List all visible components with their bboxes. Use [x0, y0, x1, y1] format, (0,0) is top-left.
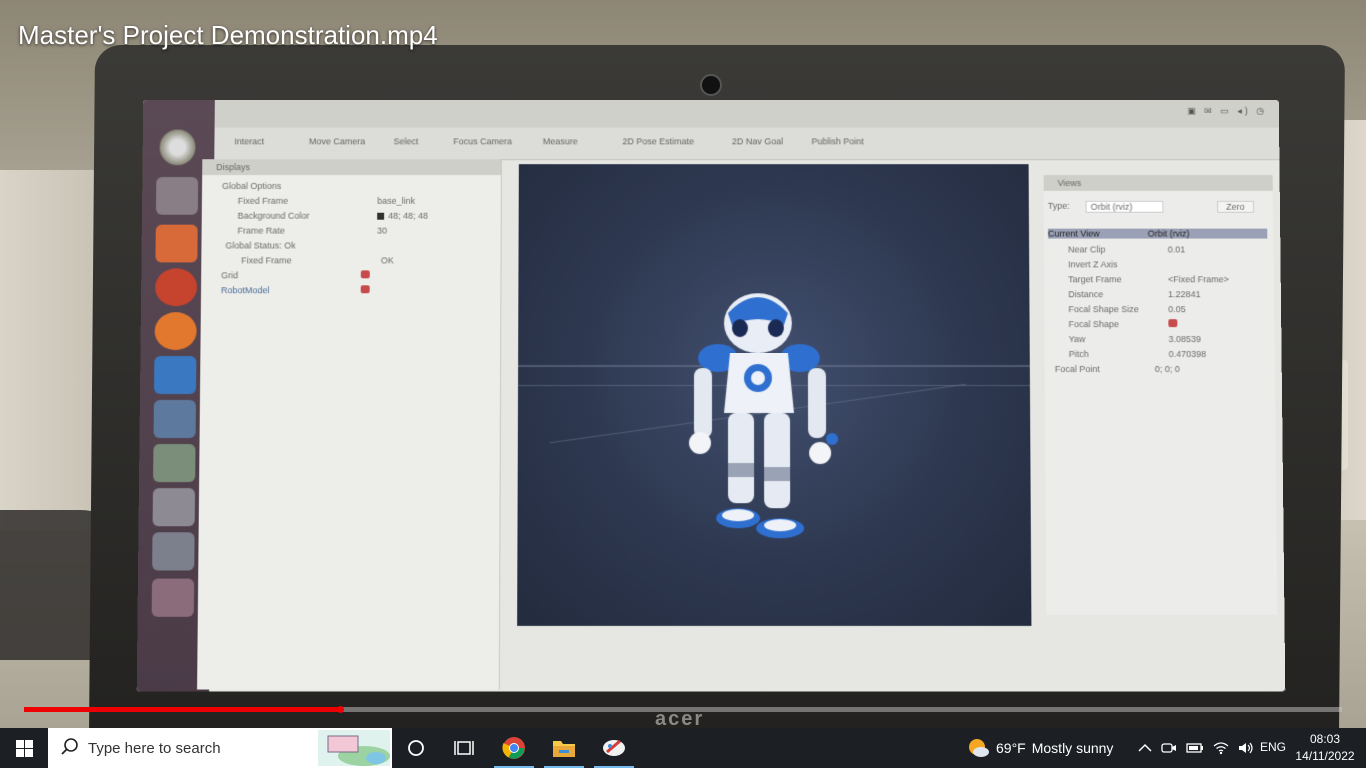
toolbar-interact[interactable]: Interact — [234, 136, 264, 146]
clock-date: 14/11/2022 — [1295, 749, 1355, 763]
toolbar-2d-nav-goal[interactable]: 2D Nav Goal — [732, 136, 783, 146]
displays-panel-title: Displays — [202, 159, 501, 176]
displays-row[interactable]: RobotModel — [221, 285, 370, 295]
volume-icon[interactable] — [1238, 741, 1254, 755]
views-row[interactable]: Distance 1.22841 — [1068, 289, 1200, 299]
software-center-icon[interactable] — [155, 224, 198, 263]
windows-taskbar: Type here to search 69°F Mostly sunny EN… — [0, 728, 1366, 768]
show-hidden-icons-icon[interactable] — [1138, 743, 1152, 753]
views-row[interactable]: Yaw 3.08539 — [1069, 334, 1201, 344]
video-progress-bar[interactable] — [24, 706, 1342, 713]
firefox-icon[interactable] — [154, 268, 198, 307]
image-viewer-icon[interactable] — [153, 399, 196, 439]
rviz-3d-view[interactable] — [517, 164, 1032, 626]
cortana-icon[interactable] — [392, 728, 440, 768]
views-type-row: Type: Orbit (rviz) Zero — [1048, 200, 1254, 213]
rviz-menubar: ▣ ✉ ▭ ◂) ◷ — [214, 99, 1280, 128]
views-type-select[interactable]: Orbit (rviz) — [1085, 200, 1164, 213]
color-swatch — [377, 212, 385, 220]
dash-icon[interactable] — [159, 129, 196, 166]
snip-sketch-icon[interactable] — [590, 728, 638, 768]
views-row[interactable]: Focal Shape Size 0.05 — [1068, 304, 1185, 314]
views-row[interactable]: Target Frame <Fixed Frame> — [1068, 274, 1229, 284]
views-row[interactable]: Focal Point 0; 0; 0 — [1055, 364, 1180, 374]
files-app-icon[interactable] — [155, 177, 199, 215]
taskbar-search-box[interactable]: Type here to search — [48, 728, 392, 768]
toolbar-focus-camera[interactable]: Focus Camera — [453, 136, 512, 146]
battery-icon[interactable] — [1186, 742, 1204, 754]
views-row[interactable]: Invert Z Axis — [1068, 259, 1117, 269]
search-icon — [61, 738, 78, 755]
file-explorer-icon[interactable] — [540, 728, 588, 768]
views-row[interactable]: Pitch 0.470398 — [1069, 349, 1207, 359]
toolbar-move-camera[interactable]: Move Camera — [309, 136, 365, 146]
terminal-icon[interactable] — [152, 488, 196, 527]
code-editor-icon[interactable] — [154, 356, 197, 394]
displays-row[interactable]: Grid — [221, 270, 370, 280]
views-panel-title: Views — [1043, 175, 1273, 191]
toolbar-publish-point[interactable]: Publish Point — [811, 136, 863, 146]
language-indicator[interactable]: ENG — [1260, 740, 1286, 754]
system-tray — [1138, 728, 1254, 768]
enabled-checkbox[interactable] — [1168, 319, 1178, 328]
laptop-screen: ▣ ✉ ▭ ◂) ◷ Interact Move Camera Select F… — [136, 99, 1286, 692]
wifi-icon[interactable] — [1213, 741, 1229, 755]
robot-model — [688, 293, 838, 539]
weather-widget[interactable]: 69°F Mostly sunny — [966, 728, 1113, 768]
ubuntu-tray: ▣ ✉ ▭ ◂) ◷ — [1187, 105, 1267, 116]
displays-row[interactable]: Fixed Frame base_link — [238, 196, 415, 206]
views-row[interactable]: Near Clip 0.01 — [1068, 245, 1185, 255]
weather-desc: Mostly sunny — [1031, 740, 1114, 756]
enabled-checkbox[interactable] — [360, 285, 370, 294]
weather-sun-icon — [969, 739, 989, 757]
video-progress-knob[interactable] — [337, 706, 345, 713]
windows-start-icon[interactable] — [0, 728, 48, 768]
video-progress-fill — [24, 707, 341, 712]
trash-icon[interactable] — [151, 578, 195, 617]
toolbar-select[interactable]: Select — [394, 136, 419, 146]
search-highlight-art-icon — [318, 730, 390, 766]
toolbar-measure[interactable]: Measure — [543, 136, 578, 146]
workspace-icon[interactable] — [152, 532, 195, 571]
enabled-checkbox[interactable] — [360, 270, 370, 279]
clock-time: 08:03 — [1309, 732, 1341, 746]
views-row[interactable]: Focal Shape — [1068, 319, 1178, 329]
views-panel: Views Type: Orbit (rviz) Zero Current Vi… — [1043, 175, 1278, 615]
displays-row[interactable]: Background Color 48; 48; 48 — [238, 211, 428, 221]
meet-now-icon[interactable] — [1161, 741, 1177, 755]
video-title: Master's Project Demonstration.mp4 — [18, 20, 438, 50]
chrome-icon[interactable] — [490, 728, 538, 768]
weather-temp: 69°F — [996, 740, 1026, 756]
video-frame[interactable]: acer ▣ ✉ ▭ ◂) ◷ Interact Move Camera Sel… — [0, 0, 1366, 728]
toolbar-2d-pose[interactable]: 2D Pose Estimate — [622, 136, 694, 146]
settings-icon[interactable] — [153, 444, 196, 483]
displays-row[interactable]: Global Options — [222, 181, 281, 191]
taskbar-clock[interactable]: 08:03 14/11/2022 — [1292, 731, 1358, 765]
browser-icon[interactable] — [154, 312, 197, 351]
search-placeholder: Type here to search — [88, 740, 221, 757]
laptop-webcam — [700, 74, 722, 96]
displays-row[interactable]: Fixed Frame OK — [241, 255, 394, 265]
displays-row[interactable]: Frame Rate 30 — [237, 226, 387, 236]
rviz-toolbar: Interact Move Camera Select Focus Camera… — [214, 127, 1280, 161]
views-row[interactable]: Current View Orbit (rviz) — [1047, 228, 1268, 239]
displays-row[interactable]: Global Status: Ok — [225, 241, 295, 251]
displays-panel: Displays Global Options Fixed Frame base_… — [197, 159, 502, 690]
task-view-icon[interactable] — [440, 728, 488, 768]
views-zero-button[interactable]: Zero — [1217, 200, 1254, 213]
